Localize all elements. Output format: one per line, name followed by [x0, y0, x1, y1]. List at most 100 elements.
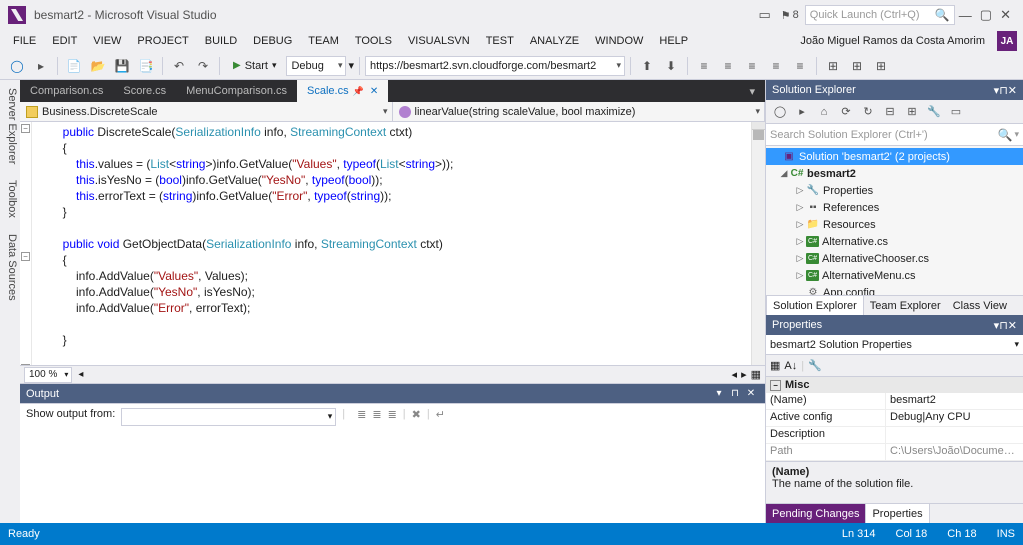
- pin-icon[interactable]: ⊓: [999, 84, 1008, 97]
- tree-item[interactable]: ▷C#AlternativeChooser.cs: [766, 250, 1023, 267]
- quick-launch-input[interactable]: Quick Launch (Ctrl+Q) 🔍: [805, 5, 955, 25]
- se-sync-icon[interactable]: ⟳: [836, 102, 856, 122]
- zoom-combo[interactable]: 100 %: [24, 367, 72, 383]
- se-props-icon[interactable]: 🔧: [924, 102, 944, 122]
- menu-file[interactable]: FILE: [6, 32, 43, 50]
- save-button[interactable]: 💾: [111, 55, 133, 77]
- nav-back-button[interactable]: ◯: [6, 55, 28, 77]
- tabs-overflow-button[interactable]: ▾: [739, 80, 765, 102]
- menu-analyze[interactable]: ANALYZE: [523, 32, 586, 50]
- prop-row[interactable]: Description: [766, 427, 1023, 444]
- splitter-icon[interactable]: ▦: [751, 368, 761, 381]
- property-grid[interactable]: −Misc (Name)besmart2 Active configDebug|…: [766, 377, 1023, 461]
- se-refresh-icon[interactable]: ↻: [858, 102, 878, 122]
- nav-member-combo[interactable]: linearValue(string scaleValue, bool maxi…: [393, 102, 766, 121]
- prop-row[interactable]: PathC:\Users\João\Documents\V: [766, 444, 1023, 461]
- tree-item[interactable]: ▷C#Alternative.cs: [766, 233, 1023, 250]
- feedback-icon[interactable]: ▭: [759, 7, 771, 23]
- alpha-icon[interactable]: A↓: [784, 360, 797, 372]
- svn-commit-button[interactable]: ⬆: [636, 55, 658, 77]
- menu-debug[interactable]: DEBUG: [246, 32, 299, 50]
- se-search-input[interactable]: Search Solution Explorer (Ctrl+') 🔍 ▾: [766, 124, 1023, 146]
- output-source-combo[interactable]: [121, 408, 336, 426]
- se-collapse-icon[interactable]: ⊟: [880, 102, 900, 122]
- h-scroll-right-icon[interactable]: ▸: [741, 368, 747, 381]
- nav-fwd-button[interactable]: ▸: [30, 55, 52, 77]
- split-icon[interactable]: [752, 122, 765, 130]
- open-button[interactable]: 📂: [87, 55, 109, 77]
- tab-pending-changes[interactable]: Pending Changes: [766, 504, 865, 523]
- tab-scale[interactable]: Scale.cs📌✕: [297, 80, 388, 102]
- menu-visualsvn[interactable]: VISUALSVN: [401, 32, 477, 50]
- tree-item[interactable]: ⚙App.config: [766, 284, 1023, 295]
- solution-tree[interactable]: ▣Solution 'besmart2' (2 projects) ◢C#bes…: [766, 146, 1023, 295]
- tab-properties[interactable]: Properties: [865, 503, 929, 523]
- se-fwd-icon[interactable]: ▸: [792, 102, 812, 122]
- menu-test[interactable]: TEST: [479, 32, 521, 50]
- save-all-button[interactable]: 📑: [135, 55, 157, 77]
- pin-icon[interactable]: 📌: [353, 86, 364, 97]
- out-icon-2[interactable]: ≣: [372, 408, 381, 421]
- tab-menucomparison[interactable]: MenuComparison.cs: [176, 80, 297, 102]
- tree-item[interactable]: ▷🔧Properties: [766, 182, 1023, 199]
- menu-tools[interactable]: TOOLS: [348, 32, 399, 50]
- output-panel-title[interactable]: Output ▾ ⊓ ✕: [20, 384, 765, 404]
- se-preview-icon[interactable]: ▭: [946, 102, 966, 122]
- close-button[interactable]: ✕: [1000, 7, 1011, 23]
- tree-item[interactable]: ▷▪▪References: [766, 199, 1023, 216]
- tab-comparison[interactable]: Comparison.cs: [20, 80, 113, 102]
- close-icon[interactable]: ✕: [743, 388, 759, 399]
- user-badge[interactable]: JA: [997, 31, 1017, 51]
- tab-score[interactable]: Score.cs: [113, 80, 176, 102]
- prop-object-combo[interactable]: besmart2 Solution Properties: [766, 335, 1023, 355]
- svn-update-button[interactable]: ⬇: [660, 55, 682, 77]
- code-text[interactable]: public DiscreteScale(SerializationInfo i…: [32, 122, 751, 365]
- config-combo[interactable]: Debug: [286, 56, 346, 76]
- tab-data-sources[interactable]: Data Sources: [0, 226, 20, 309]
- tb-icon-8[interactable]: ⊞: [870, 55, 892, 77]
- collapse-icon[interactable]: −: [21, 252, 30, 261]
- new-project-button[interactable]: 📄: [63, 55, 85, 77]
- tab-team-explorer[interactable]: Team Explorer: [864, 296, 947, 315]
- tree-solution[interactable]: ▣Solution 'besmart2' (2 projects): [766, 148, 1023, 165]
- close-icon[interactable]: ✕: [370, 86, 378, 97]
- close-icon[interactable]: ✕: [1008, 319, 1017, 332]
- prop-pages-icon[interactable]: 🔧: [808, 359, 822, 372]
- redo-button[interactable]: ↷: [192, 55, 214, 77]
- tree-project[interactable]: ◢C#besmart2: [766, 165, 1023, 182]
- se-back-icon[interactable]: ◯: [770, 102, 790, 122]
- menu-edit[interactable]: EDIT: [45, 32, 84, 50]
- code-editor[interactable]: − − − public DiscreteScale(Serialization…: [20, 122, 765, 365]
- tab-server-explorer[interactable]: Server Explorer: [0, 80, 20, 172]
- tb-icon-2[interactable]: ≡: [717, 55, 739, 77]
- start-debug-button[interactable]: ▶ Start ▾: [225, 55, 284, 77]
- tb-icon-1[interactable]: ≡: [693, 55, 715, 77]
- pin-icon[interactable]: ⊓: [999, 319, 1008, 332]
- tab-class-view[interactable]: Class View: [947, 296, 1013, 315]
- notifications-flag[interactable]: ⚑8: [781, 9, 799, 22]
- categorized-icon[interactable]: ▦: [770, 359, 780, 372]
- tab-toolbox[interactable]: Toolbox: [0, 172, 20, 226]
- prop-row[interactable]: Active configDebug|Any CPU: [766, 410, 1023, 427]
- prop-section[interactable]: −Misc: [766, 377, 1023, 393]
- tree-item[interactable]: ▷📁Resources: [766, 216, 1023, 233]
- se-home-icon[interactable]: ⌂: [814, 102, 834, 122]
- menu-window[interactable]: WINDOW: [588, 32, 650, 50]
- tb-icon-6[interactable]: ⊞: [822, 55, 844, 77]
- tb-icon-4[interactable]: ≡: [765, 55, 787, 77]
- collapse-icon[interactable]: −: [770, 380, 781, 391]
- properties-title[interactable]: Properties ▾ ⊓ ✕: [766, 315, 1023, 335]
- out-icon-5[interactable]: ↵: [436, 408, 445, 421]
- tab-solution-explorer[interactable]: Solution Explorer: [766, 295, 864, 315]
- prop-row[interactable]: (Name)besmart2: [766, 393, 1023, 410]
- tree-item[interactable]: ▷C#AlternativeMenu.cs: [766, 267, 1023, 284]
- undo-button[interactable]: ↶: [168, 55, 190, 77]
- out-icon-1[interactable]: ≣: [357, 408, 366, 421]
- outlining-margin[interactable]: − − −: [20, 122, 32, 365]
- panel-menu-icon[interactable]: ▾: [711, 388, 727, 399]
- close-icon[interactable]: ✕: [1008, 84, 1017, 97]
- tb-icon-5[interactable]: ≡: [789, 55, 811, 77]
- pin-icon[interactable]: ⊓: [727, 388, 743, 399]
- tb-icon-3[interactable]: ≡: [741, 55, 763, 77]
- tb-icon-7[interactable]: ⊞: [846, 55, 868, 77]
